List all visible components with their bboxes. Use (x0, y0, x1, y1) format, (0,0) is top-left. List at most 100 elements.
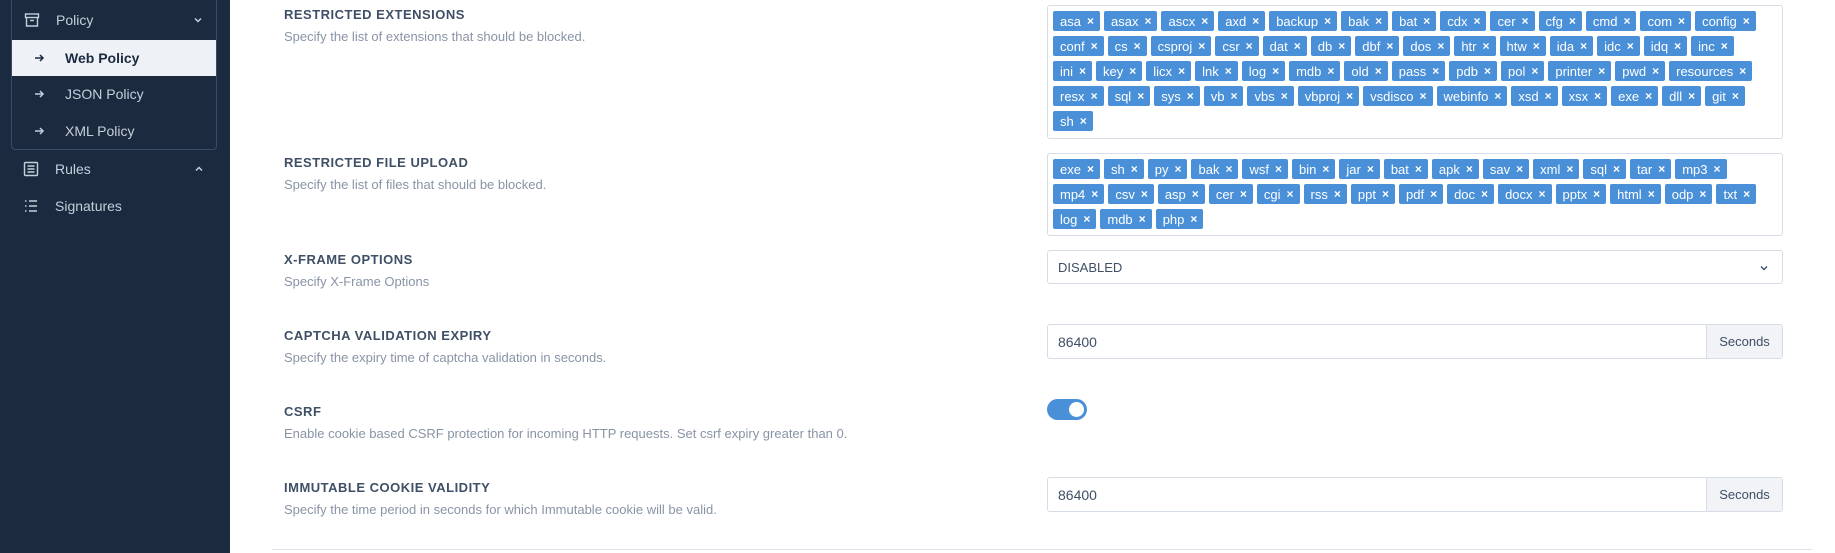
remove-tag-icon[interactable]: × (1198, 39, 1205, 53)
remove-tag-icon[interactable]: × (1481, 187, 1488, 201)
remove-tag-icon[interactable]: × (1087, 14, 1094, 28)
remove-tag-icon[interactable]: × (1732, 89, 1739, 103)
remove-tag-icon[interactable]: × (1091, 187, 1098, 201)
remove-tag-icon[interactable]: × (1178, 64, 1185, 78)
sidebar-item-xml-policy[interactable]: XML Policy (12, 113, 216, 149)
remove-tag-icon[interactable]: × (1533, 39, 1540, 53)
remove-tag-icon[interactable]: × (1580, 39, 1587, 53)
remove-tag-icon[interactable]: × (1252, 14, 1259, 28)
remove-tag-icon[interactable]: × (1674, 39, 1681, 53)
remove-tag-icon[interactable]: × (1091, 89, 1098, 103)
remove-tag-icon[interactable]: × (1375, 14, 1382, 28)
remove-tag-icon[interactable]: × (1087, 162, 1094, 176)
remove-tag-icon[interactable]: × (1466, 162, 1473, 176)
remove-tag-icon[interactable]: × (1225, 64, 1232, 78)
captcha-expiry-input[interactable] (1048, 325, 1706, 358)
remove-tag-icon[interactable]: × (1275, 162, 1282, 176)
remove-tag-icon[interactable]: × (1531, 64, 1538, 78)
remove-tag-icon[interactable]: × (1699, 187, 1706, 201)
remove-tag-icon[interactable]: × (1139, 212, 1146, 226)
restricted-extensions-tag-input[interactable]: asa × asax × ascx × axd × backup × bak × bat × cdx × cer… (1047, 5, 1783, 139)
tag-label: cgi (1263, 186, 1281, 202)
remove-tag-icon[interactable]: × (1545, 89, 1552, 103)
remove-tag-icon[interactable]: × (1473, 14, 1480, 28)
remove-tag-icon[interactable]: × (1721, 39, 1728, 53)
remove-tag-icon[interactable]: × (1225, 162, 1232, 176)
remove-tag-icon[interactable]: × (1678, 14, 1685, 28)
remove-tag-icon[interactable]: × (1627, 39, 1634, 53)
remove-tag-icon[interactable]: × (1141, 187, 1148, 201)
remove-tag-icon[interactable]: × (1423, 14, 1430, 28)
remove-tag-icon[interactable]: × (1079, 64, 1086, 78)
remove-tag-icon[interactable]: × (1334, 187, 1341, 201)
remove-tag-icon[interactable]: × (1623, 14, 1630, 28)
remove-tag-icon[interactable]: × (1594, 89, 1601, 103)
remove-tag-icon[interactable]: × (1382, 187, 1389, 201)
remove-tag-icon[interactable]: × (1494, 89, 1501, 103)
remove-tag-icon[interactable]: × (1652, 64, 1659, 78)
remove-tag-icon[interactable]: × (1287, 187, 1294, 201)
remove-tag-icon[interactable]: × (1174, 162, 1181, 176)
remove-tag-icon[interactable]: × (1083, 212, 1090, 226)
remove-tag-icon[interactable]: × (1367, 162, 1374, 176)
remove-tag-icon[interactable]: × (1484, 64, 1491, 78)
remove-tag-icon[interactable]: × (1327, 64, 1334, 78)
immutable-cookie-input[interactable] (1048, 478, 1706, 511)
remove-tag-icon[interactable]: × (1569, 14, 1576, 28)
remove-tag-icon[interactable]: × (1346, 89, 1353, 103)
nav-signatures[interactable]: Signatures (11, 188, 217, 224)
remove-tag-icon[interactable]: × (1613, 162, 1620, 176)
remove-tag-icon[interactable]: × (1137, 89, 1144, 103)
remove-tag-icon[interactable]: × (1688, 89, 1695, 103)
remove-tag-icon[interactable]: × (1272, 64, 1279, 78)
remove-tag-icon[interactable]: × (1324, 14, 1331, 28)
remove-tag-icon[interactable]: × (1192, 187, 1199, 201)
remove-tag-icon[interactable]: × (1598, 64, 1605, 78)
remove-tag-icon[interactable]: × (1516, 162, 1523, 176)
remove-tag-icon[interactable]: × (1281, 89, 1288, 103)
tag-chip: cer × (1490, 11, 1535, 31)
remove-tag-icon[interactable]: × (1432, 64, 1439, 78)
remove-tag-icon[interactable]: × (1430, 187, 1437, 201)
remove-tag-icon[interactable]: × (1714, 162, 1721, 176)
remove-tag-icon[interactable]: × (1294, 39, 1301, 53)
nav-policy[interactable]: Policy (12, 0, 216, 40)
remove-tag-icon[interactable]: × (1437, 39, 1444, 53)
remove-tag-icon[interactable]: × (1566, 162, 1573, 176)
csrf-toggle[interactable] (1047, 399, 1087, 420)
remove-tag-icon[interactable]: × (1322, 162, 1329, 176)
remove-tag-icon[interactable]: × (1645, 89, 1652, 103)
remove-tag-icon[interactable]: × (1739, 64, 1746, 78)
remove-tag-icon[interactable]: × (1246, 39, 1253, 53)
remove-tag-icon[interactable]: × (1743, 14, 1750, 28)
remove-tag-icon[interactable]: × (1415, 162, 1422, 176)
remove-tag-icon[interactable]: × (1134, 39, 1141, 53)
remove-tag-icon[interactable]: × (1593, 187, 1600, 201)
remove-tag-icon[interactable]: × (1522, 14, 1529, 28)
remove-tag-icon[interactable]: × (1129, 64, 1136, 78)
remove-tag-icon[interactable]: × (1240, 187, 1247, 201)
remove-tag-icon[interactable]: × (1190, 212, 1197, 226)
remove-tag-icon[interactable]: × (1338, 39, 1345, 53)
remove-tag-icon[interactable]: × (1080, 114, 1087, 128)
remove-tag-icon[interactable]: × (1375, 64, 1382, 78)
remove-tag-icon[interactable]: × (1648, 187, 1655, 201)
sidebar-item-web-policy[interactable]: Web Policy (12, 40, 216, 76)
restricted-file-upload-tag-input[interactable]: exe × sh × py × bak × wsf × bin × jar × bat × apk × sav × xm… (1047, 153, 1783, 236)
remove-tag-icon[interactable]: × (1230, 89, 1237, 103)
remove-tag-icon[interactable]: × (1187, 89, 1194, 103)
remove-tag-icon[interactable]: × (1658, 162, 1665, 176)
remove-tag-icon[interactable]: × (1386, 39, 1393, 53)
remove-tag-icon[interactable]: × (1144, 14, 1151, 28)
remove-tag-icon[interactable]: × (1131, 162, 1138, 176)
remove-tag-icon[interactable]: × (1091, 39, 1098, 53)
nav-rules[interactable]: Rules (11, 151, 217, 187)
remove-tag-icon[interactable]: × (1201, 14, 1208, 28)
sidebar-item-json-policy[interactable]: JSON Policy (12, 76, 216, 112)
x-frame-options-select[interactable]: DISABLED (1047, 250, 1783, 284)
remove-tag-icon[interactable]: × (1743, 187, 1750, 201)
remove-tag-icon[interactable]: × (1420, 89, 1427, 103)
remove-tag-icon[interactable]: × (1483, 39, 1490, 53)
remove-tag-icon[interactable]: × (1539, 187, 1546, 201)
tag-label: txt (1723, 186, 1738, 202)
